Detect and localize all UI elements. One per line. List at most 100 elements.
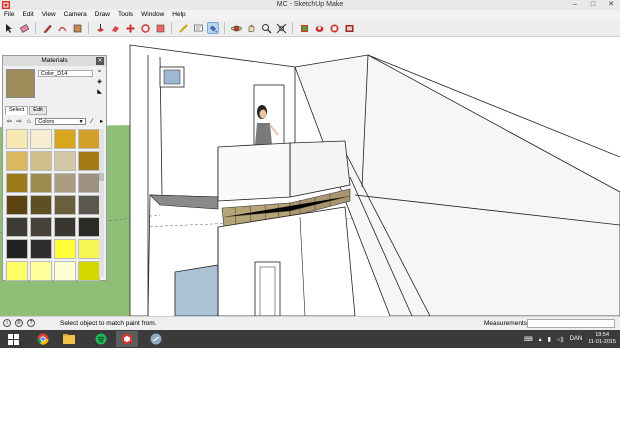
menu-draw[interactable]: Draw bbox=[91, 10, 114, 20]
material-swatch[interactable] bbox=[54, 195, 76, 215]
tab-select[interactable]: Select bbox=[5, 106, 29, 115]
measurements-input[interactable] bbox=[527, 319, 615, 328]
menu-file[interactable]: File bbox=[0, 10, 18, 20]
material-swatch[interactable] bbox=[78, 173, 100, 193]
menu-edit[interactable]: Edit bbox=[18, 10, 37, 20]
material-swatch[interactable] bbox=[54, 239, 76, 259]
clock[interactable]: 18:54 11-01-2015 bbox=[588, 332, 616, 346]
file-explorer-icon[interactable] bbox=[58, 331, 80, 347]
close-button[interactable]: ✕ bbox=[606, 0, 616, 10]
material-swatch[interactable] bbox=[6, 195, 28, 215]
material-swatch[interactable] bbox=[30, 217, 52, 237]
maximize-button[interactable]: □ bbox=[588, 0, 598, 10]
material-swatch[interactable] bbox=[30, 261, 52, 281]
help-icon[interactable]: ? bbox=[27, 319, 35, 327]
follow-me-icon[interactable] bbox=[109, 22, 121, 34]
material-swatch[interactable] bbox=[78, 151, 100, 171]
windows-start-icon[interactable] bbox=[2, 331, 24, 347]
material-swatch[interactable] bbox=[6, 151, 28, 171]
home-icon[interactable]: ⌂ bbox=[26, 117, 33, 126]
forward-arrow-icon[interactable]: ⇨ bbox=[16, 117, 23, 126]
arc-icon[interactable] bbox=[56, 22, 68, 34]
material-swatch[interactable] bbox=[54, 129, 76, 149]
tray-arrow-icon[interactable]: ▴ bbox=[539, 336, 542, 343]
glass-railing-front bbox=[217, 142, 291, 202]
material-swatch[interactable] bbox=[54, 261, 76, 281]
material-swatch[interactable] bbox=[78, 129, 100, 149]
chrome-icon[interactable] bbox=[32, 331, 54, 347]
title-bar: MC - SketchUp Make – □ ✕ bbox=[0, 0, 620, 10]
material-swatch[interactable] bbox=[54, 173, 76, 193]
tape-measure-icon[interactable] bbox=[177, 22, 189, 34]
material-swatch[interactable] bbox=[6, 173, 28, 193]
swatch-scrollbar[interactable] bbox=[99, 129, 104, 277]
keyboard-icon[interactable]: ⌨ bbox=[524, 336, 533, 343]
material-swatch[interactable] bbox=[54, 217, 76, 237]
library-select[interactable]: Colors ▼ bbox=[35, 118, 86, 125]
paint-bucket-icon[interactable] bbox=[207, 22, 219, 34]
material-swatch[interactable] bbox=[6, 261, 28, 281]
other-app-icon[interactable] bbox=[145, 331, 167, 347]
material-swatch[interactable] bbox=[78, 239, 100, 259]
menu-help[interactable]: Help bbox=[168, 10, 189, 20]
zoom-icon[interactable] bbox=[260, 22, 272, 34]
geo-location-icon[interactable]: i bbox=[3, 319, 11, 327]
rotate-icon[interactable] bbox=[139, 22, 151, 34]
credits-icon[interactable]: © bbox=[15, 319, 23, 327]
chevron-down-icon: ▼ bbox=[78, 119, 84, 125]
menu-tools[interactable]: Tools bbox=[114, 10, 137, 20]
menu-view[interactable]: View bbox=[38, 10, 60, 20]
move-icon[interactable] bbox=[124, 22, 136, 34]
orbit-icon[interactable] bbox=[230, 22, 242, 34]
extension-icon[interactable] bbox=[328, 22, 340, 34]
materials-title: Materials bbox=[41, 57, 68, 64]
windows-taskbar: ⌨ ▴ ▮ ◁) DAN 18:54 11-01-2015 bbox=[0, 330, 620, 348]
spotify-icon[interactable] bbox=[90, 331, 112, 347]
material-swatch[interactable] bbox=[30, 173, 52, 193]
rectangle-icon[interactable] bbox=[71, 22, 83, 34]
push-pull-icon[interactable] bbox=[94, 22, 106, 34]
sample-paint-icon[interactable]: ⁄ bbox=[89, 117, 96, 126]
material-swatch[interactable] bbox=[30, 195, 52, 215]
material-swatch[interactable] bbox=[78, 195, 100, 215]
select-icon[interactable] bbox=[3, 22, 15, 34]
warehouse-icon[interactable] bbox=[298, 22, 310, 34]
sketchup-icon[interactable] bbox=[116, 331, 138, 347]
layout-icon[interactable] bbox=[343, 22, 355, 34]
details-arrow-icon[interactable]: ▸ bbox=[98, 117, 105, 126]
material-swatch[interactable] bbox=[6, 129, 28, 149]
window-title: MC - SketchUp Make bbox=[276, 1, 344, 8]
close-icon[interactable]: ✕ bbox=[96, 57, 104, 65]
menu-camera[interactable]: Camera bbox=[60, 10, 91, 20]
menu-window[interactable]: Window bbox=[137, 10, 168, 20]
eraser-icon[interactable] bbox=[18, 22, 30, 34]
material-swatch[interactable] bbox=[6, 217, 28, 237]
display-secondary-icon[interactable]: ⚬ bbox=[96, 69, 103, 76]
language-indicator[interactable]: DAN bbox=[570, 336, 583, 342]
material-swatch[interactable] bbox=[78, 217, 100, 237]
tab-edit[interactable]: Edit bbox=[29, 106, 47, 115]
menu-bar: File Edit View Camera Draw Tools Window … bbox=[0, 10, 620, 20]
measurements-label: Measurements bbox=[484, 320, 527, 327]
material-swatch[interactable] bbox=[54, 151, 76, 171]
material-swatch[interactable] bbox=[6, 239, 28, 259]
pan-icon[interactable] bbox=[245, 22, 257, 34]
material-swatch[interactable] bbox=[30, 129, 52, 149]
scale-icon[interactable] bbox=[154, 22, 166, 34]
material-swatch[interactable] bbox=[78, 261, 100, 281]
volume-icon[interactable]: ◁) bbox=[557, 336, 564, 343]
create-material-icon[interactable]: ◈ bbox=[96, 79, 103, 86]
network-icon[interactable]: ▮ bbox=[548, 336, 551, 343]
lower-door bbox=[254, 261, 281, 316]
system-tray: ⌨ ▴ ▮ ◁) DAN 18:54 11-01-2015 bbox=[524, 330, 616, 348]
minimize-button[interactable]: – bbox=[570, 0, 580, 10]
text-icon[interactable] bbox=[192, 22, 204, 34]
material-swatch[interactable] bbox=[30, 151, 52, 171]
material-swatch[interactable] bbox=[30, 239, 52, 259]
zoom-extents-icon[interactable] bbox=[275, 22, 287, 34]
material-name-field[interactable]: Color_D14 bbox=[38, 70, 93, 77]
back-arrow-icon[interactable]: ⇦ bbox=[6, 117, 13, 126]
share-model-icon[interactable] bbox=[313, 22, 325, 34]
pencil-icon[interactable] bbox=[41, 22, 53, 34]
default-material-icon[interactable]: ◣ bbox=[96, 89, 103, 96]
